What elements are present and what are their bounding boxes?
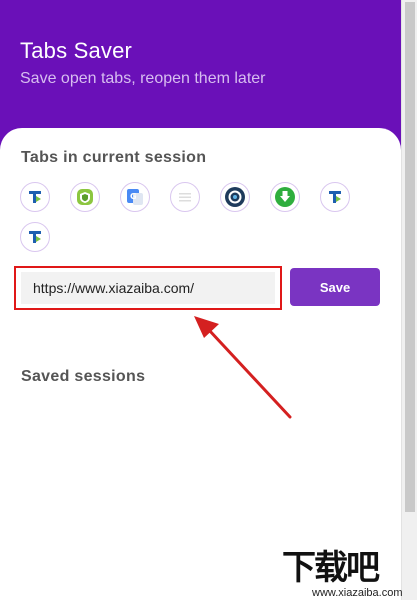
tab-icon-4[interactable] — [170, 182, 200, 212]
svg-text:G: G — [130, 192, 137, 201]
xiazaiba-favicon-icon — [329, 191, 341, 203]
tab-icon-2[interactable] — [70, 182, 100, 212]
watermark-logo: 下载吧 — [282, 548, 380, 588]
tab-icon-6[interactable] — [270, 182, 300, 212]
scrollbar-thumb[interactable] — [405, 2, 415, 512]
watermark-url: www.xiazaiba.com — [312, 587, 403, 599]
blank-page-favicon-icon — [179, 193, 191, 202]
tab-icon-7[interactable] — [320, 182, 350, 212]
scrollbar[interactable] — [401, 0, 417, 600]
green-download-favicon-icon — [275, 187, 295, 207]
tab-icon-1[interactable] — [20, 182, 50, 212]
save-button[interactable]: Save — [290, 268, 380, 306]
tab-icon-3[interactable]: G — [120, 182, 150, 212]
xiazaiba-favicon-icon — [29, 231, 41, 243]
current-session-heading: Tabs in current session — [21, 149, 207, 166]
app-subtitle: Save open tabs, reopen them later — [20, 70, 266, 87]
android-shield-favicon-icon — [77, 189, 93, 205]
tab-icon-8[interactable] — [20, 222, 50, 252]
xiazaiba-favicon-icon — [29, 191, 41, 203]
app-title: Tabs Saver — [20, 38, 133, 63]
target-ring-favicon-icon — [225, 187, 245, 207]
tab-icon-5[interactable] — [220, 182, 250, 212]
session-name-highlight — [14, 266, 282, 310]
watermark: 下载吧 www.xiazaiba.com — [280, 540, 415, 600]
saved-sessions-heading: Saved sessions — [21, 368, 146, 385]
google-translate-favicon-icon: G — [127, 189, 143, 205]
session-name-input[interactable] — [21, 272, 275, 304]
